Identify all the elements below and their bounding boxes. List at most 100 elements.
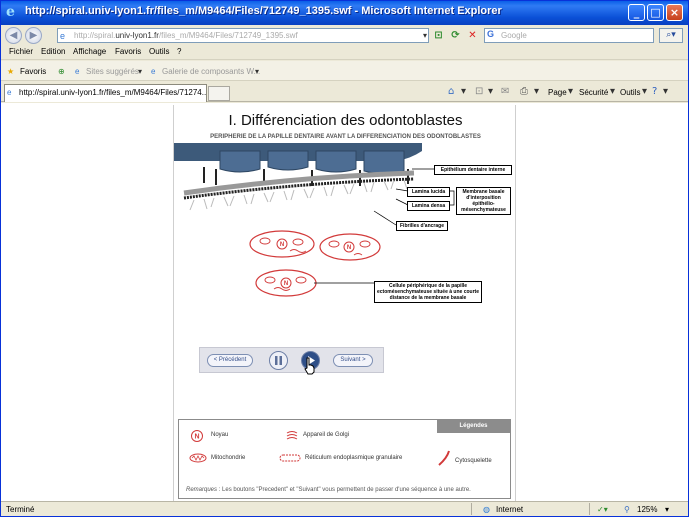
status-divider [471, 503, 472, 515]
suggested-sites-link[interactable]: Sites suggérés [86, 67, 139, 76]
page-icon: e [7, 88, 12, 97]
golgi-icon [286, 431, 298, 440]
menu-help[interactable]: ? [177, 47, 181, 56]
chevron-down-icon[interactable]: ▾ [665, 505, 669, 514]
favorites-bar: ★ Favoris ⊕ e Sites suggérés ▾ e Galerie… [1, 61, 688, 81]
slide-title: I. Différenciation des odontoblastes [228, 112, 463, 129]
legend-reticulum: Réticulum endoplasmique granulaire [305, 455, 403, 461]
search-button[interactable]: ⌕▾ [659, 28, 683, 43]
gallery-link[interactable]: Galerie de composants W... [162, 67, 260, 76]
address-row: ◀ ▶ e http://spiral.univ-lyon1.fr/files_… [1, 25, 688, 44]
tab-row: e http://spiral.univ-lyon1.fr/files_m/M9… [1, 82, 688, 102]
legend-title: Légendes [437, 420, 510, 433]
menu-outils[interactable]: Outils [149, 47, 169, 56]
svg-text:N: N [194, 434, 199, 441]
gallery-icon: e [151, 67, 156, 76]
label-membrane-basale: Membrane basale d'interposition épithéli… [456, 187, 511, 215]
mail-icon[interactable]: ✉ [501, 86, 509, 97]
previous-button[interactable]: < Précédent [207, 354, 253, 367]
menu-favoris[interactable]: Favoris [115, 47, 141, 56]
hand-cursor-icon [304, 357, 315, 375]
next-button[interactable]: Suivant > [333, 354, 373, 367]
back-button[interactable]: ◀ [5, 27, 22, 44]
maximize-button[interactable]: □ [647, 4, 664, 21]
zone-text: Internet [496, 505, 524, 514]
legend-mitochondrie: Mitochondrie [211, 455, 246, 461]
tab-title: http://spiral.univ-lyon1.fr/files_m/M946… [19, 88, 207, 97]
search-input[interactable]: G Google [484, 28, 654, 43]
compatibility-icon[interactable]: ⊡ [433, 29, 444, 42]
legend-cytosquelette: Cytosquelette [455, 458, 492, 464]
label-fibrilles: Fibrilles d'ancrage [396, 221, 448, 231]
stop-icon[interactable]: ✕ [467, 29, 478, 42]
chevron-down-icon[interactable]: ▾ [488, 86, 493, 97]
svg-text:N: N [347, 245, 351, 251]
cytoskeleton-icon [438, 450, 450, 466]
legend-golgi: Appareil de Golgi [303, 432, 350, 438]
chevron-down-icon[interactable]: ▾ [534, 86, 539, 97]
remark-label: Remarques [186, 487, 218, 493]
url-path: /files_m/M9464/Files/712749_1395.swf [158, 31, 298, 40]
pause-button[interactable] [269, 351, 288, 370]
pause-icon [275, 356, 282, 365]
svg-text:N: N [284, 281, 288, 287]
security-menu[interactable]: Sécurité [579, 88, 608, 97]
lamina-lucida-layer [183, 170, 415, 196]
status-divider [589, 503, 590, 515]
chevron-down-icon[interactable]: ▾ [138, 67, 142, 76]
status-bar: Terminé ◍ Internet ✓▾ ⚲ 125% ▾ [1, 501, 688, 516]
label-lamina-lucida: Lamina lucida [407, 187, 450, 197]
page-menu[interactable]: Page [548, 88, 567, 97]
window-title: http://spiral.univ-lyon1.fr/files_m/M946… [25, 5, 502, 17]
zoom-level[interactable]: 125% [637, 505, 657, 514]
mesenchymal-cells [249, 230, 381, 297]
zoom-icon[interactable]: ⚲ [624, 505, 630, 514]
home-icon[interactable]: ⌂ [448, 86, 454, 97]
print-icon[interactable]: ⎙ [520, 86, 528, 97]
menu-edition[interactable]: Edition [41, 47, 65, 56]
navigation-controls: < Précédent Suivant > [199, 347, 384, 373]
svg-text:N: N [280, 242, 284, 248]
chevron-down-icon[interactable]: ▾ [610, 86, 615, 97]
title-bar[interactable]: e http://spiral.univ-lyon1.fr/files_m/M9… [1, 1, 688, 25]
feeds-icon[interactable]: ⊡ [475, 86, 483, 97]
browser-window: e http://spiral.univ-lyon1.fr/files_m/M9… [0, 0, 689, 517]
refresh-icon[interactable]: ⟳ [450, 29, 461, 42]
flash-stage[interactable]: I. Différenciation des odontoblastes PER… [173, 105, 516, 501]
suggested-sites-icon: e [75, 67, 80, 76]
chevron-down-icon[interactable]: ▾ [642, 86, 647, 97]
ie-logo-icon: e [6, 4, 15, 20]
menu-affichage[interactable]: Affichage [73, 47, 106, 56]
chevron-down-icon[interactable]: ▾ [461, 86, 466, 97]
label-cellule: Cellule périphérique de la papille ectom… [374, 281, 482, 303]
mitochondria-icon [189, 453, 207, 463]
chevron-down-icon[interactable]: ▾ [568, 86, 573, 97]
protected-mode-icon[interactable]: ✓▾ [597, 505, 608, 514]
tools-menu[interactable]: Outils [620, 88, 640, 97]
page-content: I. Différenciation des odontoblastes PER… [1, 103, 688, 501]
label-lamina-densa: Lamina densa [407, 201, 450, 211]
menu-bar: Fichier Edition Affichage Favoris Outils… [1, 45, 688, 60]
help-icon[interactable]: ? [652, 86, 657, 97]
legend-noyau: Noyau [211, 432, 229, 438]
reticulum-icon [279, 454, 301, 462]
status-text: Terminé [6, 505, 35, 514]
search-placeholder: Google [501, 31, 527, 40]
tab-current[interactable]: e http://spiral.univ-lyon1.fr/files_m/M9… [4, 84, 207, 102]
forward-button[interactable]: ▶ [25, 27, 42, 44]
add-favorite-icon[interactable]: ⊕ [58, 67, 65, 76]
star-icon[interactable]: ★ [7, 67, 14, 76]
chevron-down-icon[interactable]: ▾ [663, 86, 668, 97]
minimize-button[interactable]: _ [628, 4, 645, 21]
menu-fichier[interactable]: Fichier [9, 47, 33, 56]
nucleus-icon: N [191, 430, 203, 442]
address-field[interactable]: e http://spiral.univ-lyon1.fr/files_m/M9… [57, 28, 429, 43]
close-button[interactable]: × [666, 4, 683, 21]
google-icon: G [487, 29, 495, 39]
chevron-down-icon[interactable]: ▾ [423, 29, 427, 42]
chevron-down-icon[interactable]: ▾ [255, 67, 259, 76]
legend-remark: Remarques : Les boutons "Precedent" et "… [186, 487, 471, 493]
url-domain: univ-lyon1.fr [115, 31, 159, 40]
new-tab-button[interactable] [208, 86, 230, 101]
favorites-button[interactable]: Favoris [20, 67, 46, 76]
